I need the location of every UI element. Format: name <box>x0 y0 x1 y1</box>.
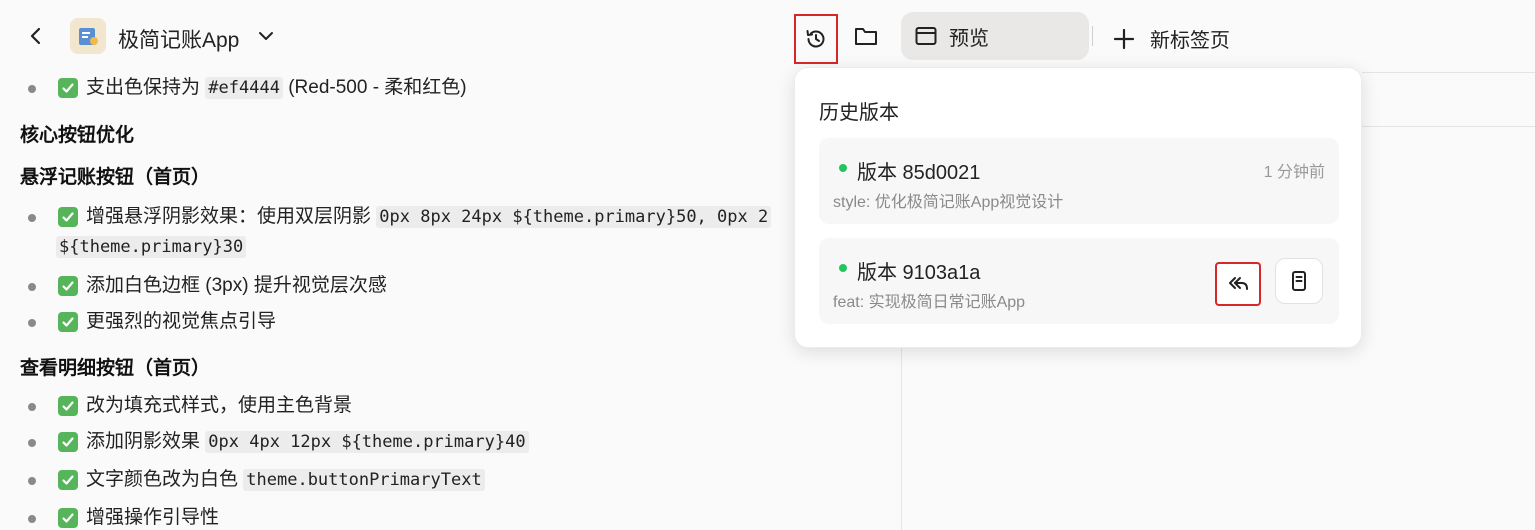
version-message: style: 优化极简记账App视觉设计 <box>833 194 1064 211</box>
list-item: 改为填充式样式，使用主色背景 <box>0 394 352 418</box>
history-popup: 历史版本 版本 85d0021 1 分钟前 style: 优化极简记账App视觉… <box>794 67 1362 348</box>
history-button[interactable] <box>794 14 838 64</box>
chevron-down-icon[interactable] <box>254 24 278 48</box>
check-icon <box>58 470 78 490</box>
version-time: 1 分钟前 <box>1263 164 1325 181</box>
bullet-dot <box>28 403 36 411</box>
top-bar: 极简记账App 预览 新标签页 <box>0 0 1535 72</box>
section-heading: 核心按钮优化 <box>20 125 135 146</box>
list-item-text: 增强悬浮阴影效果：使用双层阴影 0px 8px 24px ${theme.pri… <box>86 205 772 229</box>
version-name: 版本 9103a1a <box>857 262 981 284</box>
bullet-dot <box>28 477 36 485</box>
preview-pane-border <box>1362 72 1535 73</box>
list-item: 文字颜色改为白色 theme.buttonPrimaryText <box>0 468 485 492</box>
popup-title: 历史版本 <box>819 102 899 124</box>
inline-code: theme.buttonPrimaryText <box>243 469 485 491</box>
bullet-dot <box>28 439 36 447</box>
list-item-text: 更强烈的视觉焦点引导 <box>86 311 277 332</box>
browser-window-icon <box>915 27 937 45</box>
list-item-text: 文字颜色改为白色 theme.buttonPrimaryText <box>86 468 485 492</box>
chevron-left-icon <box>30 27 41 45</box>
bullet-dot <box>28 515 36 523</box>
inline-code: ${theme.primary}30 <box>56 236 247 258</box>
check-icon <box>58 396 78 416</box>
tab-divider <box>1092 26 1093 46</box>
list-item: 增强操作引导性 <box>0 506 219 530</box>
version-message: feat: 实现极简日常记账App <box>833 294 1026 311</box>
view-version-button[interactable] <box>1275 258 1323 304</box>
tab-preview-label: 预览 <box>949 27 989 50</box>
folder-button[interactable] <box>850 20 882 52</box>
inline-code: #ef4444 <box>205 77 283 99</box>
list-item: 添加白色边框 (3px) 提升视觉层次感 <box>0 274 387 298</box>
bullet-dot <box>28 283 36 291</box>
status-dot <box>839 264 847 272</box>
folder-icon <box>855 28 877 45</box>
list-item: 添加阴影效果 0px 4px 12px ${theme.primary}40 <box>0 430 529 454</box>
section-heading: 查看明细按钮（首页） <box>20 358 211 379</box>
list-item-continuation: ${theme.primary}30 <box>56 236 247 258</box>
new-tab-button[interactable]: 新标签页 <box>1112 24 1230 53</box>
list-item-text: 增强操作引导性 <box>86 507 220 528</box>
document-icon <box>1292 271 1306 291</box>
bullet-dot <box>28 85 36 93</box>
check-icon <box>58 312 78 332</box>
check-icon <box>58 508 78 528</box>
version-name: 版本 85d0021 <box>857 162 981 184</box>
list-item-text: 添加白色边框 (3px) 提升视觉层次感 <box>86 275 387 296</box>
version-card[interactable]: 版本 85d0021 1 分钟前 style: 优化极简记账App视觉设计 <box>819 138 1339 224</box>
bullet-dot <box>28 214 36 222</box>
restore-version-button[interactable] <box>1215 262 1261 306</box>
new-tab-label: 新标签页 <box>1150 30 1230 52</box>
list-item: 支出色保持为 #ef4444 (Red-500 - 柔和红色) <box>0 76 467 100</box>
check-icon <box>58 276 78 296</box>
list-item: 更强烈的视觉焦点引导 <box>0 310 276 334</box>
bullet-dot <box>28 319 36 327</box>
back-button[interactable] <box>22 22 50 50</box>
list-item-text: 支出色保持为 #ef4444 (Red-500 - 柔和红色) <box>86 77 467 99</box>
list-item-text: 改为填充式样式，使用主色背景 <box>86 395 353 416</box>
status-dot <box>839 164 847 172</box>
inline-code: 0px 8px 24px ${theme.primary}50, 0px 2 <box>376 206 772 228</box>
version-card[interactable]: 版本 9103a1a feat: 实现极简日常记账App <box>819 238 1339 324</box>
app-title: 极简记账App <box>118 29 240 52</box>
check-icon <box>58 207 78 227</box>
inline-code: 0px 4px 12px ${theme.primary}40 <box>205 431 529 453</box>
tab-preview[interactable]: 预览 <box>901 12 1089 60</box>
check-icon <box>58 432 78 452</box>
list-item: 增强悬浮阴影效果：使用双层阴影 0px 8px 24px ${theme.pri… <box>0 205 772 229</box>
section-heading: 悬浮记账按钮（首页） <box>20 167 211 188</box>
plus-icon <box>1113 28 1135 49</box>
check-icon <box>58 78 78 98</box>
reply-all-icon <box>1229 277 1248 290</box>
list-item-text: 添加阴影效果 0px 4px 12px ${theme.primary}40 <box>86 430 529 454</box>
app-icon <box>70 18 106 54</box>
history-icon <box>806 30 825 48</box>
chat-content: 支出色保持为 #ef4444 (Red-500 - 柔和红色) 核心按钮优化 悬… <box>0 72 900 530</box>
preview-pane-border <box>1362 126 1535 127</box>
